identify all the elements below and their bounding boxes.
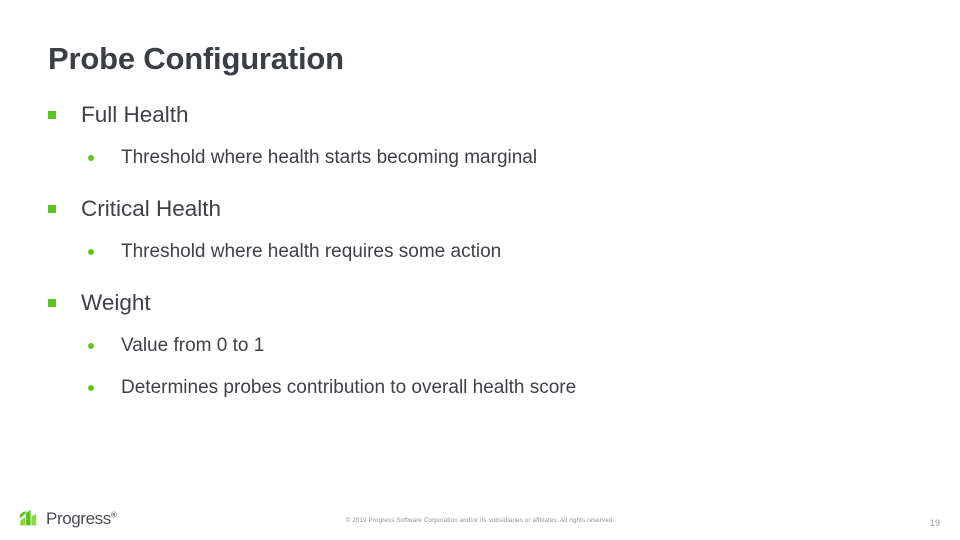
list-item-label: Threshold where health requires some act… (121, 241, 502, 262)
list-item-label: Threshold where health starts becoming m… (121, 147, 538, 168)
green-square-bullet-icon (48, 299, 56, 307)
list-item-label: Critical Health (81, 196, 222, 221)
green-dot-bullet-icon (88, 249, 94, 255)
list-item: Full Health (48, 96, 908, 134)
green-dot-bullet-icon (88, 155, 94, 161)
bullet-list: Full Health Threshold where health start… (48, 96, 908, 412)
page-number: 19 (929, 518, 940, 528)
green-square-bullet-icon (48, 205, 56, 213)
list-item-label: Value from 0 to 1 (121, 335, 265, 356)
list-item: Determines probes contribution to overal… (48, 370, 908, 406)
list-item: Critical Health (48, 190, 908, 228)
list-item-label: Full Health (81, 102, 189, 127)
list-item: Threshold where health requires some act… (48, 234, 908, 270)
page-title: Probe Configuration (48, 41, 344, 76)
copyright-notice: © 2019 Progress Software Corporation and… (345, 517, 615, 524)
list-item: Value from 0 to 1 (48, 328, 908, 364)
green-dot-bullet-icon (88, 343, 94, 349)
list-item-label: Weight (81, 290, 151, 315)
green-square-bullet-icon (48, 111, 56, 119)
green-dot-bullet-icon (88, 385, 94, 391)
list-item-label: Determines probes contribution to overal… (121, 377, 577, 398)
slide: Probe Configuration Full Health Threshol… (0, 0, 960, 540)
list-item: Weight (48, 284, 908, 322)
list-item: Threshold where health starts becoming m… (48, 140, 908, 176)
